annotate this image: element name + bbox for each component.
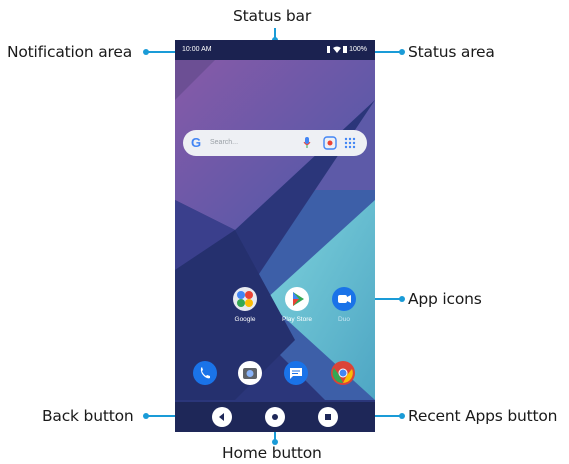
- search-placeholder: Search...: [210, 139, 239, 146]
- recent-apps-button[interactable]: [318, 407, 338, 427]
- phone-screen: 10:00 AM 100% G Search... Google Play St…: [175, 40, 375, 432]
- status-area-label: Status area: [408, 43, 495, 61]
- vibrate-icon: [327, 46, 331, 53]
- messages-icon[interactable]: [284, 361, 308, 385]
- phone-icon[interactable]: [193, 361, 217, 385]
- app-label-duo: Duo: [338, 316, 350, 323]
- home-button[interactable]: [265, 407, 285, 427]
- google-folder-icon[interactable]: [233, 287, 257, 311]
- duo-icon[interactable]: [332, 287, 356, 311]
- apps-grid-icon[interactable]: [343, 136, 357, 150]
- back-triangle-icon: [219, 413, 224, 421]
- app-label-play-store: Play Store: [282, 316, 312, 323]
- clock: 10:00 AM: [182, 46, 212, 53]
- lens-icon[interactable]: [323, 136, 337, 150]
- back-button[interactable]: [212, 407, 232, 427]
- wifi-icon: [333, 46, 342, 53]
- home-circle-icon: [272, 414, 278, 420]
- home-button-label: Home button: [222, 444, 322, 462]
- app-label-google: Google: [234, 316, 256, 323]
- notification-area-label: Notification area: [7, 43, 133, 61]
- chrome-icon[interactable]: [331, 361, 355, 385]
- camera-icon[interactable]: [238, 361, 262, 385]
- google-search-bar[interactable]: G Search...: [183, 130, 367, 156]
- status-bar[interactable]: 10:00 AM 100%: [175, 40, 375, 60]
- battery-icon: [343, 46, 348, 53]
- status-icons: 100%: [326, 46, 367, 53]
- mic-icon[interactable]: [303, 136, 311, 150]
- recent-apps-square-icon: [325, 414, 331, 420]
- app-icons-label: App icons: [408, 290, 482, 308]
- status-bar-label: Status bar: [233, 7, 312, 25]
- battery-percent: 100%: [349, 46, 367, 53]
- recent-apps-button-label: Recent Apps button: [408, 407, 558, 425]
- play-store-icon[interactable]: [285, 287, 309, 311]
- google-logo-icon: G: [191, 135, 202, 150]
- back-button-label: Back button: [42, 407, 134, 425]
- navigation-bar: [175, 402, 375, 432]
